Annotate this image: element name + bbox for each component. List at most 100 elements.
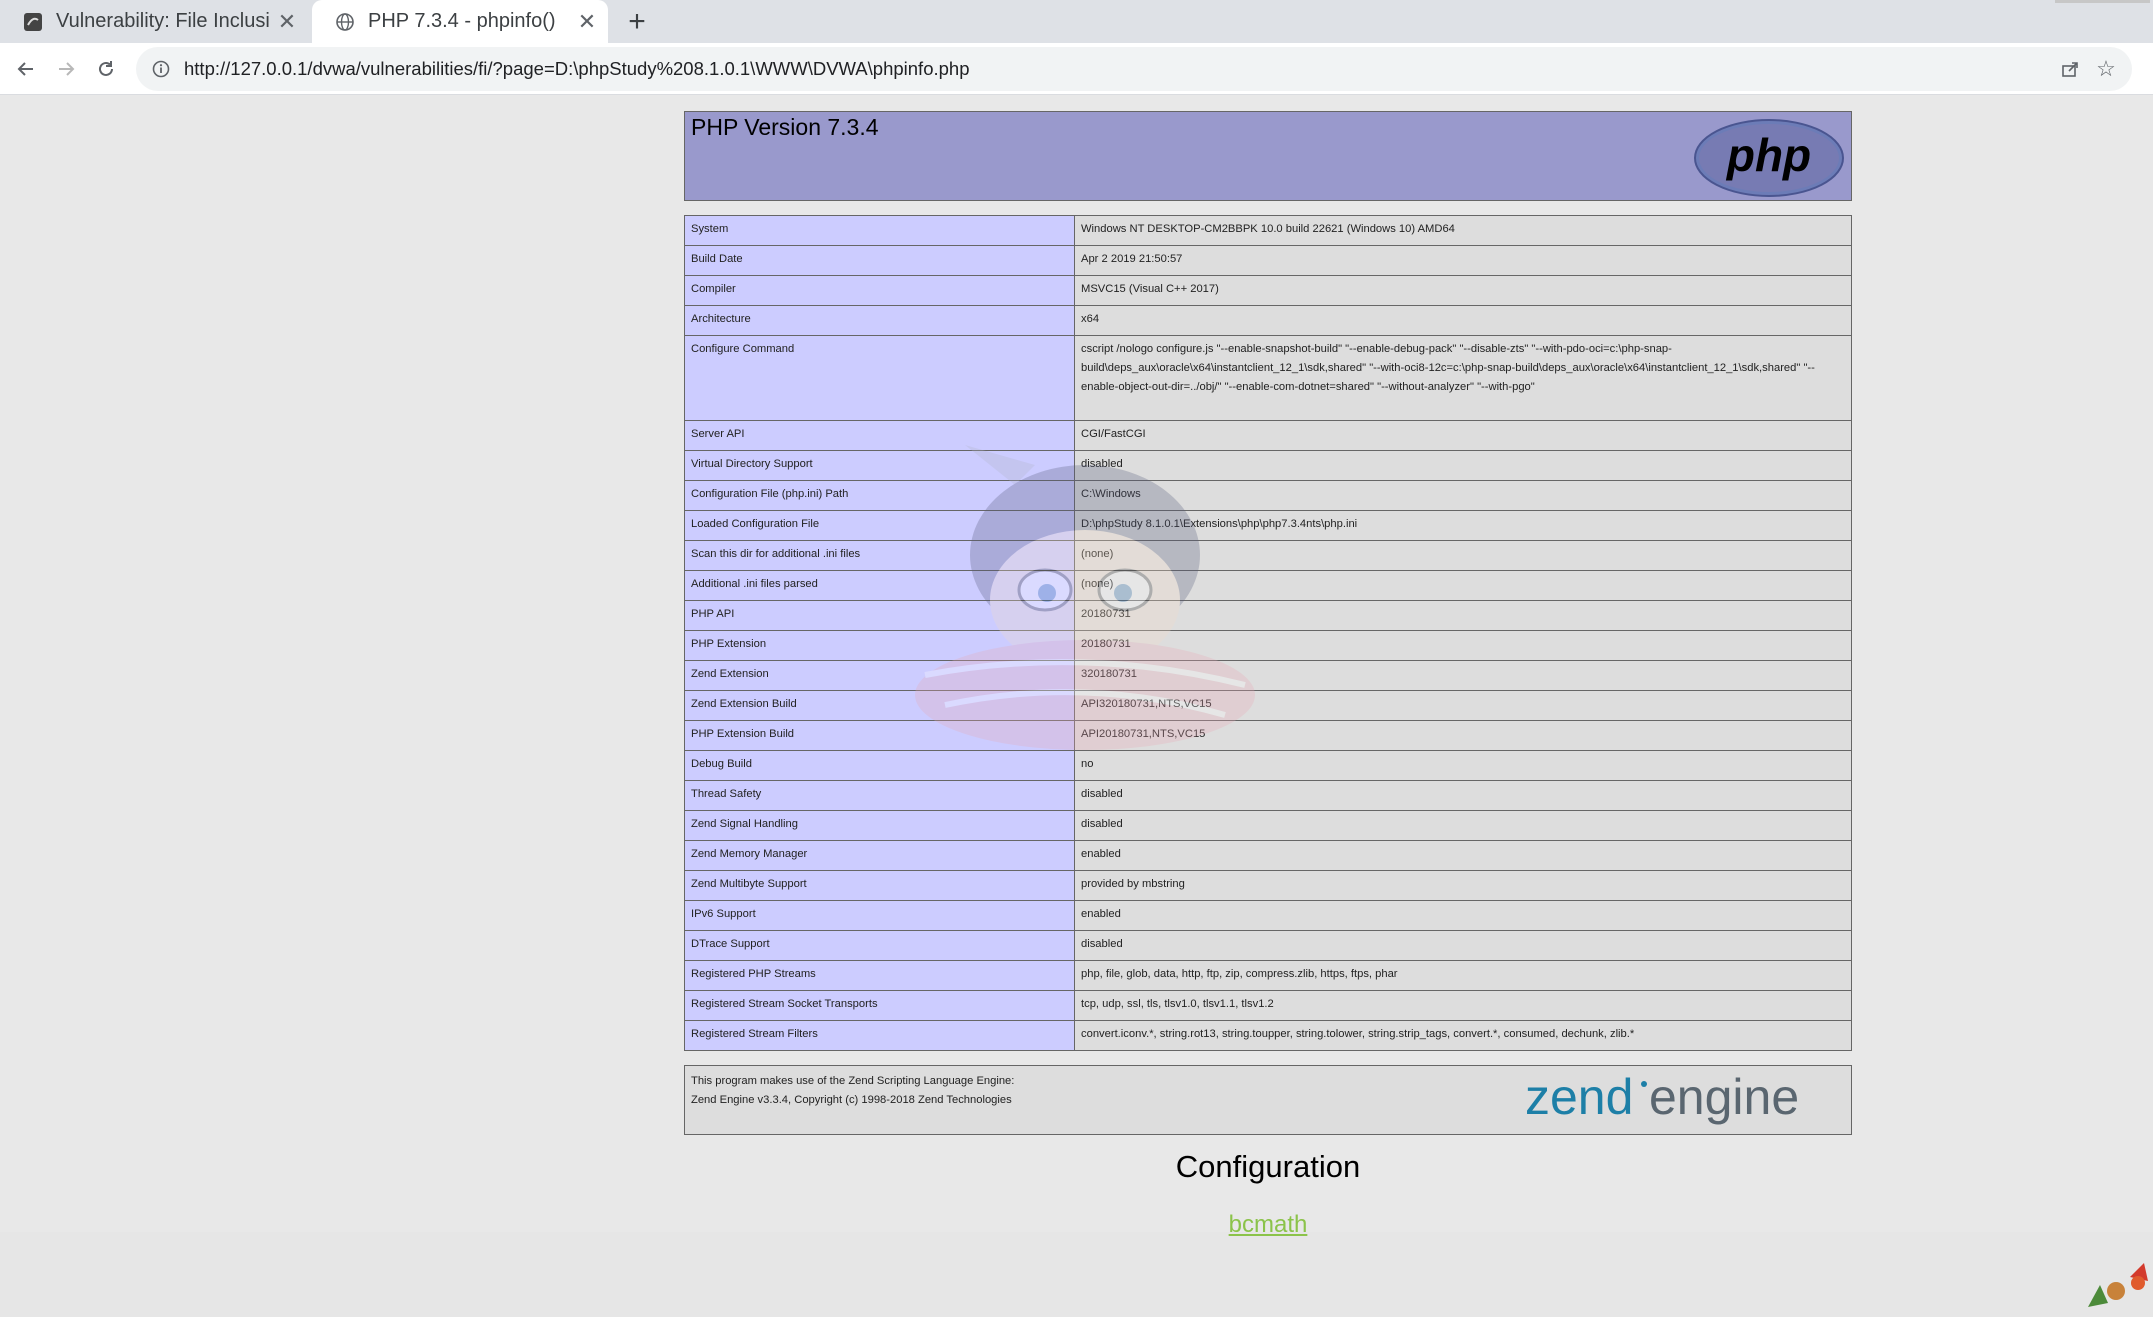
- credits-line-2: Zend Engine v3.3.4, Copyright (c) 1998-2…: [691, 1094, 1012, 1106]
- table-row: Loaded Configuration File D:\phpStudy 8.1…: [684, 510, 1852, 541]
- table-row: Virtual Directory Support disabled: [684, 450, 1852, 481]
- table-row: IPv6 Support enabled: [684, 900, 1852, 931]
- bookmark-star-icon[interactable]: ☆: [2088, 51, 2124, 87]
- table-row: Architecture x64: [684, 305, 1852, 336]
- row-key: Debug Build: [684, 750, 1075, 781]
- url-text[interactable]: http://127.0.0.1/dvwa/vulnerabilities/fi…: [184, 58, 2052, 80]
- row-value: enabled: [1074, 840, 1852, 871]
- zend-engine-logo-icon[interactable]: zend engine: [1525, 1070, 1845, 1132]
- row-key: Configuration File (php.ini) Path: [684, 480, 1075, 511]
- zend-logo-word-zend: zend: [1525, 1070, 1633, 1125]
- tab-title: Vulnerability: File Inclusi: [56, 10, 270, 32]
- row-value: no: [1074, 750, 1852, 781]
- globe-icon: [334, 11, 356, 33]
- table-row: Build Date Apr 2 2019 21:50:57: [684, 245, 1852, 276]
- reload-icon: [99, 61, 113, 76]
- php-logo-icon[interactable]: php: [1693, 118, 1845, 198]
- table-row: Zend Signal Handling disabled: [684, 810, 1852, 841]
- table-row: DTrace Support disabled: [684, 930, 1852, 961]
- row-value: 20180731: [1074, 630, 1852, 661]
- table-row: Additional .ini files parsed (none): [684, 570, 1852, 601]
- dvwa-favicon-icon: [22, 11, 44, 33]
- row-key: Configure Command: [684, 335, 1075, 421]
- row-value: disabled: [1074, 780, 1852, 811]
- row-value: CGI/FastCGI: [1074, 420, 1852, 451]
- bcmath-link[interactable]: bcmath: [684, 1211, 1852, 1239]
- table-row: PHP API 20180731: [684, 600, 1852, 631]
- table-row: Registered Stream Filters convert.iconv.*…: [684, 1020, 1852, 1051]
- credits-text: This program makes use of the Zend Scrip…: [691, 1072, 1014, 1110]
- row-key: Architecture: [684, 305, 1075, 336]
- row-value: MSVC15 (Visual C++ 2017): [1074, 275, 1852, 306]
- browser-toolbar: http://127.0.0.1/dvwa/vulnerabilities/fi…: [0, 43, 2153, 95]
- table-row: Zend Extension 320180731: [684, 660, 1852, 691]
- row-value: x64: [1074, 305, 1852, 336]
- site-info-icon[interactable]: [150, 58, 172, 80]
- tab-strip: Vulnerability: File Inclusi ✕ PHP 7.3.4 …: [0, 0, 2153, 43]
- row-key: Registered PHP Streams: [684, 960, 1075, 991]
- back-button[interactable]: [8, 51, 44, 87]
- row-value: enabled: [1074, 900, 1852, 931]
- row-value: (none): [1074, 570, 1852, 601]
- phpinfo-center: PHP Version 7.3.4 php System Windows NT D…: [684, 111, 1852, 1239]
- row-key: Additional .ini files parsed: [684, 570, 1075, 601]
- row-key: Virtual Directory Support: [684, 450, 1075, 481]
- row-key: Zend Signal Handling: [684, 810, 1075, 841]
- row-key: Loaded Configuration File: [684, 510, 1075, 541]
- row-value: disabled: [1074, 930, 1852, 961]
- row-value: D:\phpStudy 8.1.0.1\Extensions\php\php7.…: [1074, 510, 1852, 541]
- table-row: Server API CGI/FastCGI: [684, 420, 1852, 451]
- tab-phpinfo[interactable]: PHP 7.3.4 - phpinfo() ✕: [312, 0, 608, 43]
- phpinfo-header: PHP Version 7.3.4 php: [684, 111, 1852, 201]
- table-row: Scan this dir for additional .ini files(…: [684, 540, 1852, 571]
- close-tab-icon[interactable]: ✕: [272, 9, 302, 35]
- php-logo-text: php: [1725, 129, 1811, 181]
- row-value: convert.iconv.*, string.rot13, string.to…: [1074, 1020, 1852, 1051]
- row-value: Apr 2 2019 21:50:57: [1074, 245, 1852, 276]
- row-value: Windows NT DESKTOP-CM2BBPK 10.0 build 22…: [1074, 215, 1852, 246]
- row-key: Registered Stream Filters: [684, 1020, 1075, 1051]
- phpinfo-table: System Windows NT DESKTOP-CM2BBPK 10.0 bu…: [684, 215, 1852, 1051]
- page-title: PHP Version 7.3.4: [691, 114, 879, 140]
- page-viewport: PHP Version 7.3.4 php System Windows NT D…: [0, 95, 2153, 1307]
- tab-dvwa[interactable]: Vulnerability: File Inclusi ✕: [0, 0, 308, 43]
- zend-credits: This program makes use of the Zend Scrip…: [684, 1065, 1852, 1135]
- row-value: API320180731,NTS,VC15: [1074, 690, 1852, 721]
- table-row: Configure Command cscript /nologo configu…: [684, 335, 1852, 421]
- window-edge: [2055, 0, 2150, 3]
- forward-button[interactable]: [48, 51, 84, 87]
- row-key: PHP Extension Build: [684, 720, 1075, 751]
- row-key: Zend Extension Build: [684, 690, 1075, 721]
- row-value: php, file, glob, data, http, ftp, zip, c…: [1074, 960, 1852, 991]
- address-bar[interactable]: http://127.0.0.1/dvwa/vulnerabilities/fi…: [136, 47, 2132, 91]
- row-value: API20180731,NTS,VC15: [1074, 720, 1852, 751]
- back-arrow-icon: [17, 62, 33, 76]
- table-row: PHP Extension 20180731: [684, 630, 1852, 661]
- close-tab-icon[interactable]: ✕: [572, 9, 602, 35]
- row-key: Zend Memory Manager: [684, 840, 1075, 871]
- table-row: System Windows NT DESKTOP-CM2BBPK 10.0 bu…: [684, 215, 1852, 246]
- row-key: Build Date: [684, 245, 1075, 276]
- table-row: Registered Stream Socket Transports tcp, …: [684, 990, 1852, 1021]
- forward-arrow-icon: [59, 62, 75, 76]
- table-row: Thread Safety disabled: [684, 780, 1852, 811]
- row-value: (none): [1074, 540, 1852, 571]
- table-row: Registered PHP Streams php, file, glob, d…: [684, 960, 1852, 991]
- table-row: Debug Build no: [684, 750, 1852, 781]
- row-key: Compiler: [684, 275, 1075, 306]
- row-key: PHP API: [684, 600, 1075, 631]
- row-key: Registered Stream Socket Transports: [684, 990, 1075, 1021]
- row-key: System: [684, 215, 1075, 246]
- row-key: DTrace Support: [684, 930, 1075, 961]
- row-key: PHP Extension: [684, 630, 1075, 661]
- section-title: Configuration: [1175, 1149, 1361, 1184]
- row-key: Thread Safety: [684, 780, 1075, 811]
- table-row: PHP Extension Build API20180731,NTS,VC15: [684, 720, 1852, 751]
- row-key: Zend Multibyte Support: [684, 870, 1075, 901]
- corner-pet-icon[interactable]: [2078, 1257, 2153, 1317]
- share-icon[interactable]: [2052, 51, 2088, 87]
- reload-button[interactable]: [88, 51, 124, 87]
- new-tab-button[interactable]: +: [622, 0, 652, 43]
- credits-line-1: This program makes use of the Zend Scrip…: [691, 1075, 1015, 1087]
- zend-logo-word-engine: engine: [1649, 1070, 1799, 1125]
